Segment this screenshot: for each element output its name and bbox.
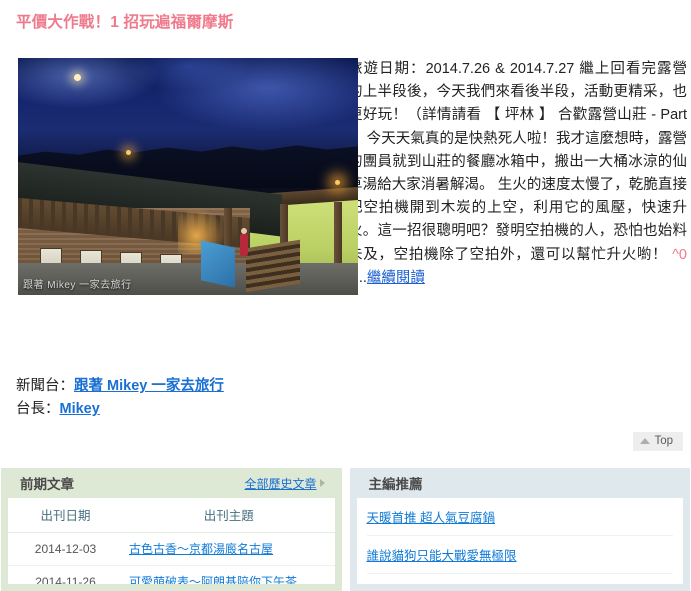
back-to-top-button[interactable]: Top	[633, 432, 683, 451]
recommend-link[interactable]: 天暖首推 超人氣豆腐鍋	[367, 511, 495, 525]
all-history-link[interactable]: 全部歷史文章	[244, 475, 316, 492]
blog-owner-row: 台長：Mikey	[16, 398, 224, 421]
list-item: 天暖首推 超人氣豆腐鍋	[366, 498, 673, 536]
recommend-link[interactable]: 誰說貓狗只能大戰愛無極限	[367, 549, 517, 563]
recommend-panel-header: 主編推薦	[356, 468, 683, 498]
photo-stairs	[246, 239, 300, 293]
archive-panel-shell: 前期文章 全部歷史文章 出刊日期 出刊主題 2014-12-03 古色古香～京都…	[1, 468, 342, 591]
blog-meta: 新聞台：跟著 Mikey 一家去旅行 台長：Mikey	[16, 375, 224, 421]
read-more-link[interactable]: 繼續閱讀	[367, 270, 425, 286]
photo-lamp-right	[335, 180, 340, 185]
bottom-panels: 前期文章 全部歷史文章 出刊日期 出刊主題 2014-12-03 古色古香～京都…	[0, 468, 691, 591]
photo-person	[240, 234, 248, 256]
back-to-top-label: Top	[654, 435, 673, 447]
archive-panel-body: 出刊日期 出刊主題 2014-12-03 古色古香～京都湯廄名古屋 2014-1…	[8, 498, 335, 584]
article-paragraph: 旅遊日期：2014.7.26 & 2014.7.27 繼上回看完露營的上半段後，…	[348, 61, 687, 263]
blog-channel-row: 新聞台：跟著 Mikey 一家去旅行	[16, 375, 224, 398]
archive-panel-header: 前期文章 全部歷史文章	[8, 468, 335, 498]
archive-table: 出刊日期 出刊主題 2014-12-03 古色古香～京都湯廄名古屋 2014-1…	[8, 498, 335, 584]
recommend-list: 天暖首推 超人氣豆腐鍋 誰說貓狗只能大戰愛無極限 好讀輕小說 享受文青	[357, 498, 684, 584]
archive-panel-header-right: 全部歷史文章	[244, 475, 325, 492]
blog-owner-link[interactable]: Mikey	[60, 401, 100, 417]
page-title: 平價大作戰！1 招玩遍福爾摩斯	[16, 14, 234, 31]
archive-panel-title: 前期文章	[20, 477, 74, 492]
table-row: 2014-11-26 可愛萌破表～阿朗基陪你下午茶	[8, 565, 335, 584]
recommend-panel-body: 天暖首推 超人氣豆腐鍋 誰說貓狗只能大戰愛無極限 好讀輕小說 享受文青	[356, 498, 684, 584]
triangle-up-icon	[640, 438, 651, 444]
triangle-right-icon	[319, 479, 325, 487]
blog-channel-label: 新聞台：	[16, 378, 74, 394]
photo-blue-panel	[201, 240, 235, 288]
recommend-panel-shell: 主編推薦 天暖首推 超人氣豆腐鍋 誰說貓狗只能大戰愛無極限 好讀輕小說 享受文青	[349, 468, 690, 591]
archive-row-title: 可愛萌破表～阿朗基陪你下午茶	[123, 565, 335, 584]
photo-lamp-left	[126, 150, 131, 155]
archive-row-date: 2014-12-03	[8, 532, 123, 566]
archive-col-title: 出刊主題	[123, 498, 335, 533]
archive-panel: 前期文章 全部歷史文章 出刊日期 出刊主題 2014-12-03 古色古香～京都…	[1, 468, 342, 591]
list-item: 好讀輕小說 享受文青	[367, 574, 674, 584]
archive-row-date: 2014-11-26	[8, 565, 123, 584]
list-item: 誰說貓狗只能大戰愛無極限	[366, 536, 673, 574]
recommend-panel: 主編推薦 天暖首推 超人氣豆腐鍋 誰說貓狗只能大戰愛無極限 好讀輕小說 享受文青	[349, 468, 690, 591]
photo-person-head	[241, 228, 247, 234]
recommend-panel-title: 主編推薦	[368, 477, 423, 492]
photo-moon	[74, 74, 81, 81]
archive-col-date: 出刊日期	[8, 498, 123, 533]
archive-article-link[interactable]: 可愛萌破表～阿朗基陪你下午茶	[129, 575, 297, 584]
blog-channel-link[interactable]: 跟著 Mikey 一家去旅行	[74, 378, 224, 394]
blog-owner-label: 台長：	[16, 401, 60, 417]
table-row: 2014-12-03 古色古香～京都湯廄名古屋	[8, 532, 335, 566]
archive-row-title: 古色古香～京都湯廄名古屋	[123, 532, 335, 566]
article-photo[interactable]: 跟著 Mikey 一家去旅行	[18, 58, 358, 295]
photo-watermark: 跟著 Mikey 一家去旅行	[23, 280, 132, 291]
archive-article-link[interactable]: 古色古香～京都湯廄名古屋	[129, 542, 273, 556]
archive-table-header-row: 出刊日期 出刊主題	[8, 498, 335, 533]
article-photo-wrap: 跟著 Mikey 一家去旅行	[0, 58, 358, 301]
article-body: 跟著 Mikey 一家去旅行 旅遊日期：2014.7.26 & 2014.7.2…	[0, 58, 691, 301]
blog-article-page: 平價大作戰！1 招玩遍福爾摩斯 跟著 Mikey 一家去旅行 旅遊日期：2014…	[0, 0, 691, 591]
